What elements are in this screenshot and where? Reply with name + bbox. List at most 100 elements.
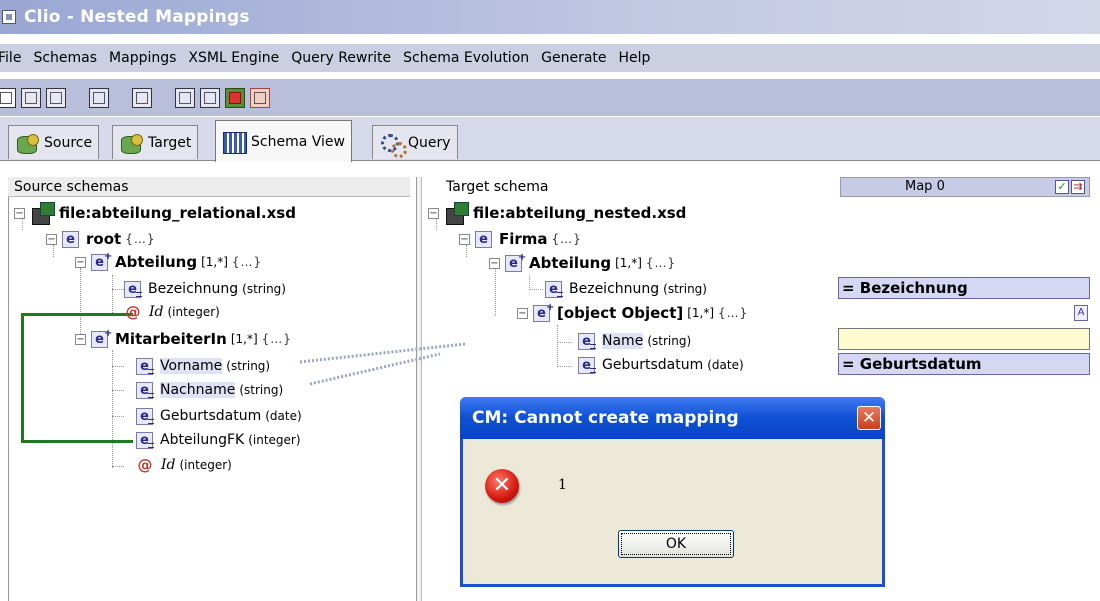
- node-cardinality: [1,*]: [687, 306, 715, 320]
- collapse-icon[interactable]: −: [428, 207, 439, 219]
- node-label: file:abteilung_nested.xsd: [473, 204, 687, 222]
- error-dialog: CM: Cannot create mapping ✕ ✕ 1 OK: [460, 397, 885, 587]
- database-icon: [119, 132, 143, 154]
- mapping-arrows: [299, 342, 466, 386]
- tab-label: Query: [408, 134, 451, 151]
- menu-schema-evolution[interactable]: Schema Evolution: [397, 44, 535, 72]
- tab-target[interactable]: Target: [112, 125, 199, 159]
- arrow-icon[interactable]: ⇉: [1071, 180, 1085, 194]
- node-type: (date): [707, 358, 744, 372]
- target-bezeichnung-node[interactable]: e Bezeichnung (string): [545, 277, 707, 301]
- target-file-node[interactable]: − file:abteilung_nested.xsd: [428, 201, 686, 225]
- collapse-icon[interactable]: −: [46, 233, 57, 245]
- dialog-title-bar: CM: Cannot create mapping ✕: [460, 397, 885, 439]
- menu-mappings[interactable]: Mappings: [103, 44, 182, 72]
- node-label: Bezeichnung: [148, 281, 239, 297]
- leaf-element-icon: e: [545, 280, 563, 298]
- target-firma-node[interactable]: − e Firma {…}: [459, 227, 582, 251]
- foreign-key-link: [21, 440, 133, 443]
- tree-line: [112, 390, 124, 391]
- source-file-node[interactable]: − file:abteilung_relational.xsd: [14, 201, 296, 225]
- source-abteilungfk-node[interactable]: e AbteilungFK (integer): [136, 428, 301, 452]
- repeating-element-icon: e: [91, 249, 112, 271]
- collapse-icon[interactable]: −: [517, 307, 528, 319]
- node-label: Abteilung: [529, 254, 612, 272]
- leaf-element-icon: e: [136, 357, 154, 375]
- expression-builder-icon[interactable]: A: [1074, 305, 1088, 321]
- target-abteilung-node[interactable]: − e Abteilung [1,*] {…}: [489, 250, 676, 275]
- tab-bar: Source Target Schema View Query: [0, 117, 1100, 162]
- mapping-icon[interactable]: [89, 87, 109, 108]
- source-abteilung-id-node[interactable]: @ Id (integer): [124, 300, 220, 324]
- target-mitarbeiter-node[interactable]: − e [object Object] [1,*] {…}: [517, 300, 748, 325]
- layout-icon[interactable]: [175, 87, 195, 108]
- collapse-icon[interactable]: −: [75, 333, 86, 345]
- database-icon: [15, 132, 39, 154]
- target-geburtsdatum-node[interactable]: e Geburtsdatum (date): [578, 353, 744, 377]
- node-ext: {…}: [231, 255, 263, 269]
- node-label: root: [86, 230, 122, 248]
- close-icon[interactable]: ✕: [857, 406, 881, 430]
- source-mitarbeiter-node[interactable]: − e MitarbeiterIn [1,*] {…}: [75, 326, 292, 351]
- grid-icon: [222, 131, 247, 154]
- checkbox-icon[interactable]: ✓: [1055, 180, 1069, 194]
- new-icon[interactable]: [0, 87, 16, 108]
- run-icon[interactable]: [225, 87, 245, 108]
- window-title: Clio - Nested Mappings: [24, 7, 250, 27]
- node-label: AbteilungFK: [160, 432, 245, 448]
- source-vorname-node[interactable]: e Vorname (string): [136, 354, 270, 378]
- menu-file[interactable]: File: [0, 44, 27, 72]
- menu-help[interactable]: Help: [613, 44, 657, 72]
- node-label: Vorname: [160, 358, 223, 374]
- collapse-icon[interactable]: −: [75, 256, 86, 268]
- foreign-key-link: [21, 313, 133, 316]
- target-name-node[interactable]: e Name (string): [578, 329, 691, 353]
- node-label: Bezeichnung: [569, 281, 660, 297]
- menu-query-rewrite[interactable]: Query Rewrite: [285, 44, 397, 72]
- source-abteilung-node[interactable]: − e Abteilung [1,*] {…}: [75, 249, 263, 274]
- transform-icon[interactable]: [250, 87, 270, 108]
- menu-xsml-engine[interactable]: XSML Engine: [182, 44, 285, 72]
- blank-icon[interactable]: [132, 87, 152, 108]
- repeating-element-icon: e: [91, 326, 112, 348]
- source-bezeichnung-node[interactable]: e Bezeichnung (string): [124, 277, 286, 301]
- node-label: MitarbeiterIn: [115, 330, 227, 348]
- node-type: (string): [242, 282, 286, 296]
- collapse-icon[interactable]: −: [14, 207, 25, 219]
- tab-query[interactable]: Query: [372, 125, 458, 159]
- source-geburtsdatum-node[interactable]: e Geburtsdatum (date): [136, 404, 302, 428]
- tree-line: [495, 268, 496, 316]
- tab-source[interactable]: Source: [8, 125, 100, 159]
- node-type: (string): [239, 383, 284, 397]
- mapping-expression-geburtsdatum[interactable]: = Geburtsdatum: [838, 353, 1090, 375]
- collapse-icon[interactable]: −: [489, 257, 500, 269]
- tab-schema-view[interactable]: Schema View: [215, 120, 352, 162]
- source-root-node[interactable]: − e root {…}: [46, 227, 155, 251]
- tree-line: [112, 289, 124, 290]
- menu-schemas[interactable]: Schemas: [27, 44, 103, 72]
- ok-button[interactable]: OK: [618, 530, 734, 558]
- node-ext: {…}: [551, 232, 582, 246]
- tree-line: [112, 350, 113, 468]
- tree-line: [529, 275, 530, 290]
- source-nachname-node[interactable]: e Nachname (string): [136, 378, 283, 402]
- node-cardinality: [1,*]: [615, 256, 642, 270]
- dialog-title: CM: Cannot create mapping: [472, 408, 739, 428]
- foreign-key-link: [21, 313, 24, 443]
- collapse-icon[interactable]: −: [459, 233, 470, 245]
- grid-icon[interactable]: [200, 87, 220, 108]
- mapping-expression-bezeichnung[interactable]: = Bezeichnung: [838, 277, 1090, 299]
- node-label: Geburtsdatum: [602, 357, 704, 373]
- element-icon: e: [475, 230, 492, 248]
- open-icon[interactable]: [21, 87, 41, 108]
- mapping-expression-name[interactable]: [838, 328, 1090, 350]
- tree-line: [557, 342, 571, 343]
- save-icon[interactable]: [46, 87, 66, 108]
- repeating-element-icon: e: [505, 250, 526, 272]
- leaf-element-icon: e: [136, 431, 154, 449]
- attribute-icon: @: [125, 303, 141, 321]
- source-mitarbeiter-id-node[interactable]: @ Id (integer): [136, 453, 232, 477]
- node-label: Firma: [499, 230, 548, 248]
- menu-generate[interactable]: Generate: [535, 44, 612, 72]
- error-icon: ✕: [485, 469, 519, 503]
